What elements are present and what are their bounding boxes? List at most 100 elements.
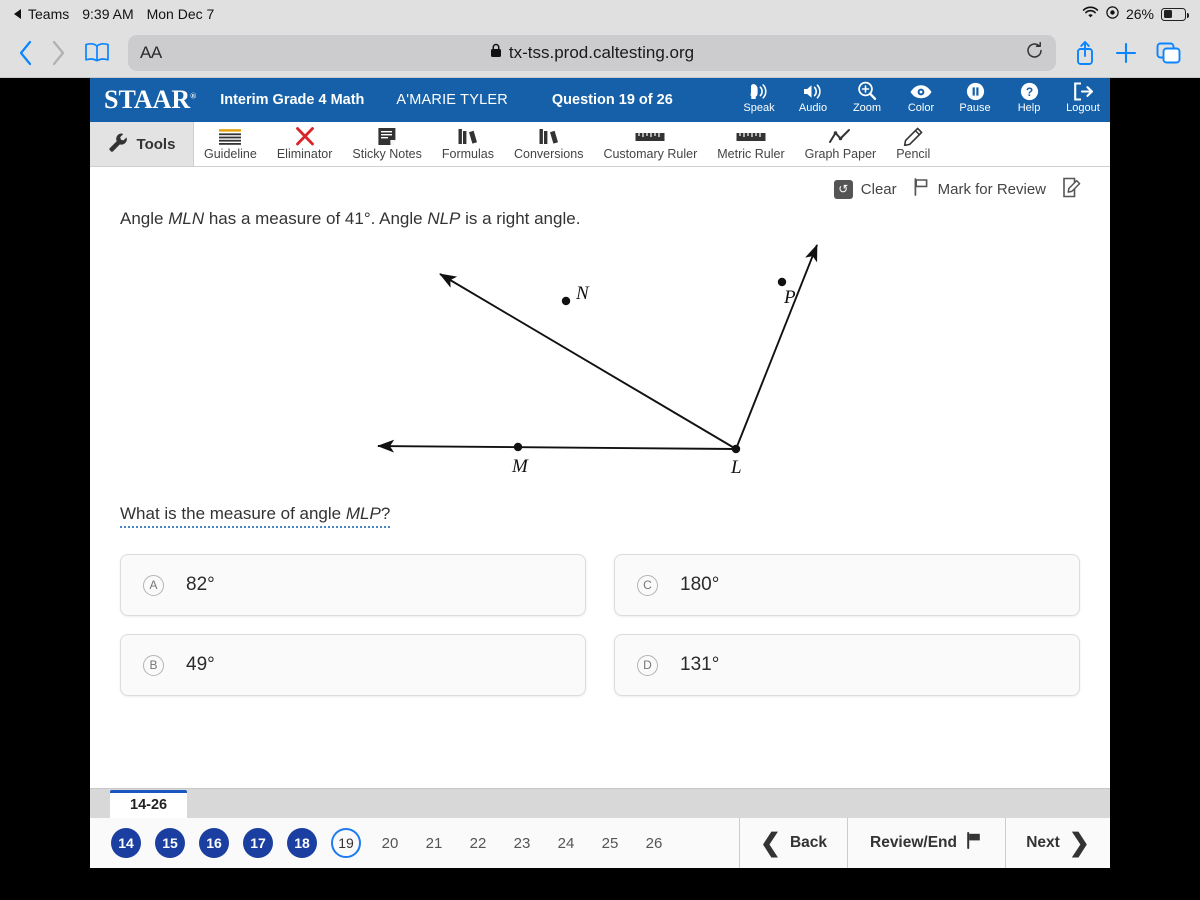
question-number-15[interactable]: 15 <box>148 828 192 858</box>
back-button[interactable]: ❮ Back <box>740 818 848 868</box>
question-number-16[interactable]: 16 <box>192 828 236 858</box>
notepad-button[interactable] <box>1062 177 1082 202</box>
ruler-icon <box>736 127 766 146</box>
question-number-26[interactable]: 26 <box>632 828 676 858</box>
tools-button-label: Tools <box>136 135 176 153</box>
tool-eliminator[interactable]: Eliminator <box>267 122 343 166</box>
mark-label: Mark for Review <box>937 180 1046 198</box>
tool-pencil[interactable]: Pencil <box>886 122 940 166</box>
question-number-21[interactable]: 21 <box>412 828 456 858</box>
plus-icon[interactable] <box>1114 41 1138 65</box>
tabs-icon[interactable] <box>1156 41 1182 65</box>
share-icon[interactable] <box>1074 39 1096 66</box>
choice-c[interactable]: C 180° <box>614 554 1080 616</box>
point-l <box>731 444 741 454</box>
question-prompt-wrap: What is the measure of angle MLP? <box>120 504 1080 528</box>
conversions-icon <box>538 127 560 146</box>
flag-icon <box>913 178 930 200</box>
angle-diagram-svg: M N L P <box>377 244 818 478</box>
choice-b[interactable]: B 49° <box>120 634 586 696</box>
test-name: Interim Grade 4 Math <box>220 92 365 108</box>
tool-guideline[interactable]: Guideline <box>194 122 267 166</box>
tool-graph-paper[interactable]: Graph Paper <box>795 122 887 166</box>
question-number-25[interactable]: 25 <box>588 828 632 858</box>
tool-metric-ruler[interactable]: Metric Ruler <box>707 122 794 166</box>
book-icon[interactable] <box>84 41 110 65</box>
tool-label: Formulas <box>441 147 494 161</box>
question-number-24[interactable]: 24 <box>544 828 588 858</box>
choice-a[interactable]: A 82° <box>120 554 586 616</box>
status-back-to-app[interactable]: Teams <box>14 6 69 22</box>
audio-icon <box>802 81 824 101</box>
chevron-right-icon[interactable] <box>51 40 66 66</box>
sticky-notes-icon <box>377 127 397 146</box>
geometry-figure: M N L P <box>120 229 1080 504</box>
svg-text:?: ? <box>1025 85 1032 99</box>
address-bar[interactable]: AA tx-tss.prod.caltesting.org <box>128 34 1056 71</box>
tool-formulas[interactable]: Formulas <box>432 122 504 166</box>
header-tool-help[interactable]: ? Help <box>1002 78 1056 114</box>
reload-icon[interactable] <box>1025 41 1044 65</box>
choice-letter-d: D <box>637 654 658 676</box>
question-number-23[interactable]: 23 <box>500 828 544 858</box>
header-tool-logout[interactable]: Logout <box>1056 78 1110 114</box>
question-number-18[interactable]: 18 <box>280 828 324 858</box>
question-number-list: 14 15 16 17 18 19 20 21 22 23 24 25 26 <box>90 818 740 868</box>
next-button[interactable]: Next ❯ <box>1006 818 1110 868</box>
choice-text-b: 49° <box>186 654 215 675</box>
tools-strip: Tools Guideline Eliminator Sticky Notes <box>90 122 1110 167</box>
header-tool-audio[interactable]: Audio <box>786 78 840 114</box>
question-number-20[interactable]: 20 <box>368 828 412 858</box>
pencil-icon <box>903 127 923 146</box>
stem-angle-mln: MLN <box>168 209 205 228</box>
point-m <box>513 442 523 452</box>
header-tool-label: Speak <box>743 102 775 114</box>
header-tool-label: Logout <box>1066 102 1100 114</box>
choice-letter-a: A <box>143 574 164 596</box>
status-date: Mon Dec 7 <box>146 6 215 22</box>
question-range-tabstrip: 14-26 <box>90 788 1110 818</box>
url-text: tx-tss.prod.caltesting.org <box>508 42 695 62</box>
question-number-19[interactable]: 19 <box>324 828 368 858</box>
next-label: Next <box>1026 834 1060 851</box>
mark-for-review-button[interactable]: Mark for Review <box>913 178 1046 200</box>
tool-conversions[interactable]: Conversions <box>504 122 593 166</box>
tool-customary-ruler[interactable]: Customary Ruler <box>593 122 707 166</box>
question-number-14[interactable]: 14 <box>104 828 148 858</box>
header-tool-zoom[interactable]: Zoom <box>840 78 894 114</box>
header-tool-label: Help <box>1017 102 1041 114</box>
student-name: A'MARIE TYLER <box>396 92 508 108</box>
test-header: STAAR® Interim Grade 4 Math A'MARIE TYLE… <box>90 78 1110 122</box>
ray-lm <box>377 439 737 453</box>
header-tool-label: Zoom <box>852 102 882 114</box>
choice-d[interactable]: D 131° <box>614 634 1080 696</box>
clear-button[interactable]: ↺ Clear <box>833 179 897 199</box>
battery-percent-label: 26% <box>1125 6 1154 22</box>
ruler-icon <box>635 127 665 146</box>
question-number-17[interactable]: 17 <box>236 828 280 858</box>
chevron-left-icon[interactable] <box>18 40 33 66</box>
header-tool-label: Color <box>907 102 935 114</box>
point-label-l: L <box>730 457 742 478</box>
question-number-22[interactable]: 22 <box>456 828 500 858</box>
graph-paper-icon <box>828 127 852 146</box>
review-end-button[interactable]: Review/End <box>848 818 1006 868</box>
tab-14-26[interactable]: 14-26 <box>110 790 188 818</box>
header-tool-pause[interactable]: Pause <box>948 78 1002 114</box>
point-label-m: M <box>511 456 529 477</box>
notepad-edit-icon <box>1062 177 1082 202</box>
formulas-icon <box>457 127 479 146</box>
staar-logo: STAAR® <box>104 85 197 114</box>
tool-sticky-notes[interactable]: Sticky Notes <box>342 122 431 166</box>
guideline-icon <box>217 127 243 146</box>
header-tool-color[interactable]: Color <box>894 78 948 114</box>
location-services-icon <box>1106 6 1119 22</box>
point-n <box>561 296 571 306</box>
question-counter: Question 19 of 26 <box>551 92 673 108</box>
page-background: STAAR® Interim Grade 4 Math A'MARIE TYLE… <box>0 78 1200 900</box>
header-tool-label: Pause <box>959 102 991 114</box>
tools-button[interactable]: Tools <box>90 122 194 166</box>
header-tool-speak[interactable]: Speak <box>732 78 786 114</box>
point-label-p: P <box>783 287 796 308</box>
chevron-left-icon: ❮ <box>759 828 781 857</box>
